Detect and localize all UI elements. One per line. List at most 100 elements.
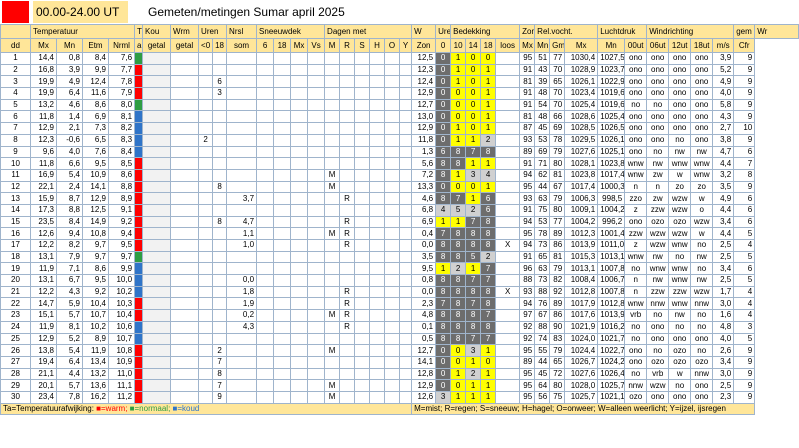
wr-cfr-cell[interactable]: 4 xyxy=(733,309,756,322)
sneeuw-18-cell[interactable] xyxy=(273,355,292,369)
bedekking-cell[interactable]: 0 xyxy=(435,344,452,357)
sneeuw-mx-cell[interactable] xyxy=(290,98,309,112)
day-cell[interactable]: 29 xyxy=(0,379,31,392)
header-column-cell[interactable]: 6 xyxy=(256,38,275,53)
ijzel-day-cell[interactable] xyxy=(399,379,413,392)
sneeuw-18-cell[interactable] xyxy=(273,168,292,182)
luchtdruk-min-cell[interactable]: 1017,4 xyxy=(597,168,626,182)
wrm-getal-cell[interactable] xyxy=(170,98,200,112)
temp-min-cell[interactable]: 5,7 xyxy=(56,309,83,322)
wr-cfr-cell[interactable]: 9 xyxy=(733,390,756,404)
bedekking-cell[interactable]: 1 xyxy=(450,122,467,135)
sneeuw-18-cell[interactable] xyxy=(273,320,292,334)
temp-max-cell[interactable]: 16,9 xyxy=(30,168,57,182)
nrsl-som-cell[interactable] xyxy=(226,332,258,346)
header-group-cell[interactable]: W xyxy=(411,24,437,39)
onweer-day-cell[interactable] xyxy=(384,157,401,170)
luchtdruk-min-cell[interactable]: 1001,4 xyxy=(597,227,626,240)
wr-cfr-cell[interactable]: 9 xyxy=(733,75,756,89)
regen-cell[interactable] xyxy=(339,122,356,135)
temp-normal-cell[interactable]: 9,2 xyxy=(107,215,136,229)
ijzel-day-cell[interactable] xyxy=(399,320,413,334)
relvocht-gem-cell[interactable]: 78 xyxy=(549,133,566,147)
temp-min-cell[interactable]: 8,1 xyxy=(56,320,83,334)
bedekking-cell[interactable]: 8 xyxy=(480,320,497,334)
ijzel-day-cell[interactable] xyxy=(399,98,413,112)
uren-above18-cell[interactable] xyxy=(212,320,228,334)
wrm-getal-cell[interactable] xyxy=(170,180,200,194)
day-cell[interactable]: 27 xyxy=(0,355,31,369)
windrichting-cell[interactable]: wzw xyxy=(668,227,692,240)
sneeuw-vs-cell[interactable] xyxy=(307,297,326,311)
bedekking-cell[interactable]: 7 xyxy=(465,145,482,159)
windrichting-cell[interactable]: ono xyxy=(646,75,670,89)
sneeuw-vs-cell[interactable] xyxy=(307,262,326,276)
regen-cell[interactable] xyxy=(339,203,356,217)
onweer-day-cell[interactable] xyxy=(384,63,401,77)
header-column-cell[interactable]: Cfr xyxy=(733,38,756,53)
windrichting-cell[interactable]: nw xyxy=(668,309,692,322)
uren-above18-cell[interactable] xyxy=(212,332,228,346)
wr-cfr-cell[interactable]: 7 xyxy=(733,157,756,170)
temp-deviation-cell[interactable] xyxy=(134,332,144,346)
temp-normal-cell[interactable]: 8,6 xyxy=(107,168,136,182)
relvocht-min-cell[interactable]: 62 xyxy=(534,168,551,182)
uren-below0-cell[interactable] xyxy=(198,192,214,205)
temp-deviation-cell[interactable] xyxy=(134,52,144,65)
day-cell[interactable]: 2 xyxy=(0,63,31,77)
relvocht-min-cell[interactable]: 76 xyxy=(534,297,551,311)
mist-cell[interactable]: M xyxy=(324,180,341,194)
regen-cell[interactable]: R xyxy=(339,239,356,252)
temp-deviation-cell[interactable] xyxy=(134,390,144,404)
sneeuw-6-cell[interactable] xyxy=(256,344,275,357)
relvocht-max-cell[interactable]: 94 xyxy=(519,215,536,229)
temp-normal-cell[interactable]: 8,8 xyxy=(107,180,136,194)
hagel-day-cell[interactable] xyxy=(369,75,386,89)
temp-etm-cell[interactable]: 8,9 xyxy=(82,332,109,346)
regen-cell[interactable]: R xyxy=(339,192,356,205)
bedekking-cell[interactable]: 3 xyxy=(465,168,482,182)
wind-gem-cell[interactable]: 4,0 xyxy=(712,332,735,346)
bedekking-cell[interactable]: 0 xyxy=(465,75,482,89)
uren-above18-cell[interactable] xyxy=(212,203,228,217)
sneeuw-18-cell[interactable] xyxy=(273,250,292,264)
wind-gem-cell[interactable]: 3,9 xyxy=(712,52,735,65)
sneeuw-day-cell[interactable] xyxy=(354,215,371,229)
luchtdruk-min-cell[interactable]: 1026,4 xyxy=(597,367,626,381)
header-column-cell[interactable]: Mn xyxy=(597,38,626,53)
luchtdruk-min-cell[interactable]: 1024,2 xyxy=(597,355,626,369)
nrsl-som-cell[interactable]: 1,1 xyxy=(226,227,258,240)
day-cell[interactable]: 30 xyxy=(0,390,31,404)
temp-normal-cell[interactable]: 8,1 xyxy=(107,110,136,124)
wrm-getal-cell[interactable] xyxy=(170,297,200,311)
hagel-day-cell[interactable] xyxy=(369,168,386,182)
uren-below0-cell[interactable] xyxy=(198,320,214,334)
sneeuw-mx-cell[interactable] xyxy=(290,87,309,100)
luchtdruk-min-cell[interactable]: 1007,8 xyxy=(597,262,626,276)
kou-getal-cell[interactable] xyxy=(142,203,172,217)
windrichting-cell[interactable]: w xyxy=(668,367,692,381)
sneeuw-18-cell[interactable] xyxy=(273,344,292,357)
temp-min-cell[interactable]: 4,6 xyxy=(56,98,83,112)
temp-deviation-cell[interactable] xyxy=(134,297,144,311)
ijzel-day-cell[interactable] xyxy=(399,122,413,135)
regen-cell[interactable] xyxy=(339,52,356,65)
relvocht-min-cell[interactable]: 39 xyxy=(534,75,551,89)
windrichting-cell[interactable]: ono xyxy=(668,332,692,346)
sneeuw-day-cell[interactable] xyxy=(354,227,371,240)
kou-getal-cell[interactable] xyxy=(142,98,172,112)
temp-etm-cell[interactable]: 7,3 xyxy=(82,122,109,135)
windrichting-cell[interactable]: ono xyxy=(690,133,714,147)
nrsl-som-cell[interactable] xyxy=(226,379,258,392)
temp-deviation-cell[interactable] xyxy=(134,274,144,287)
relvocht-gem-cell[interactable]: 67 xyxy=(549,180,566,194)
day-cell[interactable]: 17 xyxy=(0,239,31,252)
mist-cell[interactable] xyxy=(324,110,341,124)
kou-getal-cell[interactable] xyxy=(142,75,172,89)
ijzel-day-cell[interactable] xyxy=(399,297,413,311)
luchtdruk-min-cell[interactable]: 1013,1 xyxy=(597,250,626,264)
sneeuw-mx-cell[interactable] xyxy=(290,344,309,357)
bedekking-cell[interactable]: 1 xyxy=(435,215,452,229)
onweer-day-cell[interactable] xyxy=(384,122,401,135)
day-cell[interactable]: 14 xyxy=(0,203,31,217)
